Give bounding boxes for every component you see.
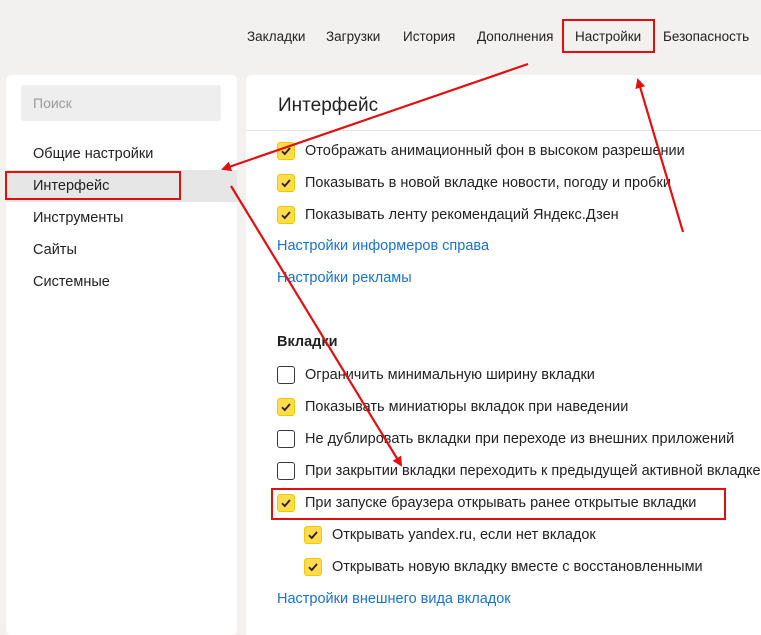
option-open-yandex-if-no-tabs[interactable]: Открывать yandex.ru, если нет вкладок [304, 524, 596, 546]
checkbox-checked-icon[interactable] [277, 398, 295, 416]
tab-appearance-settings-link[interactable]: Настройки внешнего вида вкладок [277, 591, 511, 607]
option-label: Отображать анимационный фон в высоком ра… [305, 143, 685, 159]
option-animated-background[interactable]: Отображать анимационный фон в высоком ра… [277, 140, 685, 162]
ads-settings-link[interactable]: Настройки рекламы [277, 270, 412, 286]
informers-settings-link[interactable]: Настройки информеров справа [277, 238, 489, 254]
sidebar-item-tools[interactable]: Инструменты [6, 202, 237, 234]
option-label: Ограничить минимальную ширину вкладки [305, 367, 595, 383]
option-label: Не дублировать вкладки при переходе из в… [305, 431, 735, 447]
option-label: При закрытии вкладки переходить к предыд… [305, 463, 761, 479]
nav-extensions[interactable]: Дополнения [477, 29, 553, 44]
option-zen-feed[interactable]: Показывать ленту рекомендаций Яндекс.Дзе… [277, 204, 619, 226]
nav-bookmarks[interactable]: Закладки [247, 29, 305, 44]
checkbox-checked-icon[interactable] [277, 206, 295, 224]
checkbox-checked-icon[interactable] [277, 494, 295, 512]
option-news-weather-traffic[interactable]: Показывать в новой вкладке новости, пого… [277, 172, 671, 194]
nav-security[interactable]: Безопасность [663, 29, 749, 44]
sidebar-item-general[interactable]: Общие настройки [6, 138, 237, 170]
title-divider [246, 130, 761, 131]
checkbox-unchecked-icon[interactable] [277, 462, 295, 480]
page-title: Интерфейс [278, 95, 379, 116]
option-open-new-tab-with-restored[interactable]: Открывать новую вкладку вместе с восстан… [304, 556, 703, 578]
option-limit-tab-width[interactable]: Ограничить минимальную ширину вкладки [277, 364, 595, 386]
option-label: Показывать ленту рекомендаций Яндекс.Дзе… [305, 207, 619, 223]
option-restore-tabs-on-startup[interactable]: При запуске браузера открывать ранее отк… [277, 492, 696, 514]
checkbox-checked-icon[interactable] [277, 174, 295, 192]
settings-sidebar: Общие настройки Интерфейс Инструменты Са… [6, 75, 237, 635]
nav-downloads[interactable]: Загрузки [326, 29, 380, 44]
tabs-section-heading: Вкладки [277, 334, 338, 350]
option-label: При запуске браузера открывать ранее отк… [305, 495, 697, 511]
option-tab-thumbnails[interactable]: Показывать миниатюры вкладок при наведен… [277, 396, 628, 418]
checkbox-checked-icon[interactable] [304, 526, 322, 544]
checkbox-unchecked-icon[interactable] [277, 430, 295, 448]
search-input[interactable] [21, 85, 221, 121]
sidebar-item-sites[interactable]: Сайты [6, 234, 237, 266]
nav-settings[interactable]: Настройки [575, 29, 641, 44]
top-navigation: Закладки Загрузки История Дополнения Нас… [0, 0, 761, 75]
checkbox-checked-icon[interactable] [277, 142, 295, 160]
nav-history[interactable]: История [403, 29, 455, 44]
option-no-duplicate-tabs[interactable]: Не дублировать вкладки при переходе из в… [277, 428, 734, 450]
sidebar-item-interface[interactable]: Интерфейс [6, 170, 237, 202]
option-label: Показывать в новой вкладке новости, пого… [305, 175, 671, 191]
sidebar-item-system[interactable]: Системные [6, 266, 237, 298]
option-label: Открывать yandex.ru, если нет вкладок [332, 527, 596, 543]
checkbox-unchecked-icon[interactable] [277, 366, 295, 384]
settings-main-panel: Интерфейс Отображать анимационный фон в … [246, 75, 761, 635]
option-label: Открывать новую вкладку вместе с восстан… [332, 559, 703, 575]
checkbox-checked-icon[interactable] [304, 558, 322, 576]
option-label: Показывать миниатюры вкладок при наведен… [305, 399, 629, 415]
option-previous-active-tab[interactable]: При закрытии вкладки переходить к предыд… [277, 460, 761, 482]
